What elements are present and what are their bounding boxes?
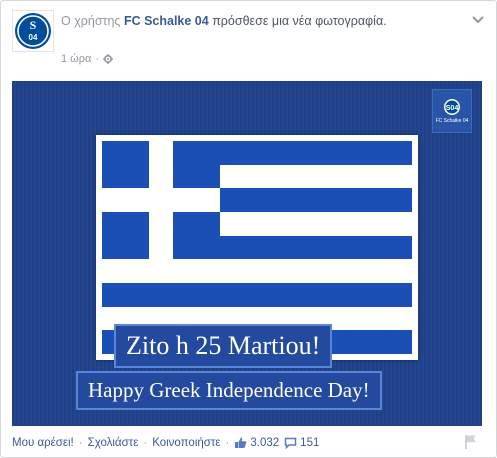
likes-count[interactable]: 3.032 <box>234 436 279 449</box>
badge-text: FC Schalke 04 <box>435 118 469 124</box>
post-meta: 1 ώρα · <box>61 53 114 65</box>
thumbs-up-icon <box>235 437 247 448</box>
svg-text:04: 04 <box>29 33 38 42</box>
post-timestamp[interactable]: 1 ώρα <box>61 53 91 65</box>
schalke-logo-icon: S04 <box>444 99 460 115</box>
chevron-down-icon[interactable] <box>470 11 486 27</box>
gear-icon[interactable] <box>103 54 114 64</box>
photo-caption-main: Zito h 25 Martiou! <box>114 324 333 368</box>
comment-link[interactable]: Σχολιάστε <box>88 437 139 449</box>
post-photo[interactable]: S04 FC Schalke 04 Zito h 25 Martiou! Hap… <box>12 81 482 426</box>
header-prefix: Ο χρήστης <box>61 14 121 28</box>
svg-text:S04: S04 <box>446 105 459 112</box>
post-actions: Μου αρέσει! · Σχολιάστε · Κοινοποιήστε ·… <box>12 436 320 449</box>
likes-count-value: 3.032 <box>250 436 280 449</box>
photo-caption-sub: Happy Greek Independence Day! <box>76 371 382 410</box>
schalke-logo-icon: S 04 <box>15 13 51 49</box>
share-link[interactable]: Κοινοποιήστε <box>152 437 220 449</box>
comments-count[interactable]: 151 <box>284 437 319 449</box>
comment-bubble-icon <box>284 437 297 449</box>
header-action: πρόσθεσε μια νέα φωτογραφία. <box>212 14 387 28</box>
schalke-badge: S04 FC Schalke 04 <box>432 89 472 133</box>
photo-post: S 04 Ο χρήστης FC Schalke 04 πρόσθεσε μι… <box>0 0 497 458</box>
like-link[interactable]: Μου αρέσει! <box>12 437 74 449</box>
post-header: Ο χρήστης FC Schalke 04 πρόσθεσε μια νέα… <box>61 13 441 30</box>
comments-count-value: 151 <box>300 436 320 449</box>
svg-text:S: S <box>30 18 37 32</box>
report-flag-icon[interactable] <box>464 434 478 450</box>
page-avatar[interactable]: S 04 <box>12 10 54 52</box>
author-link[interactable]: FC Schalke 04 <box>124 14 209 28</box>
meta-separator: · <box>95 53 100 65</box>
